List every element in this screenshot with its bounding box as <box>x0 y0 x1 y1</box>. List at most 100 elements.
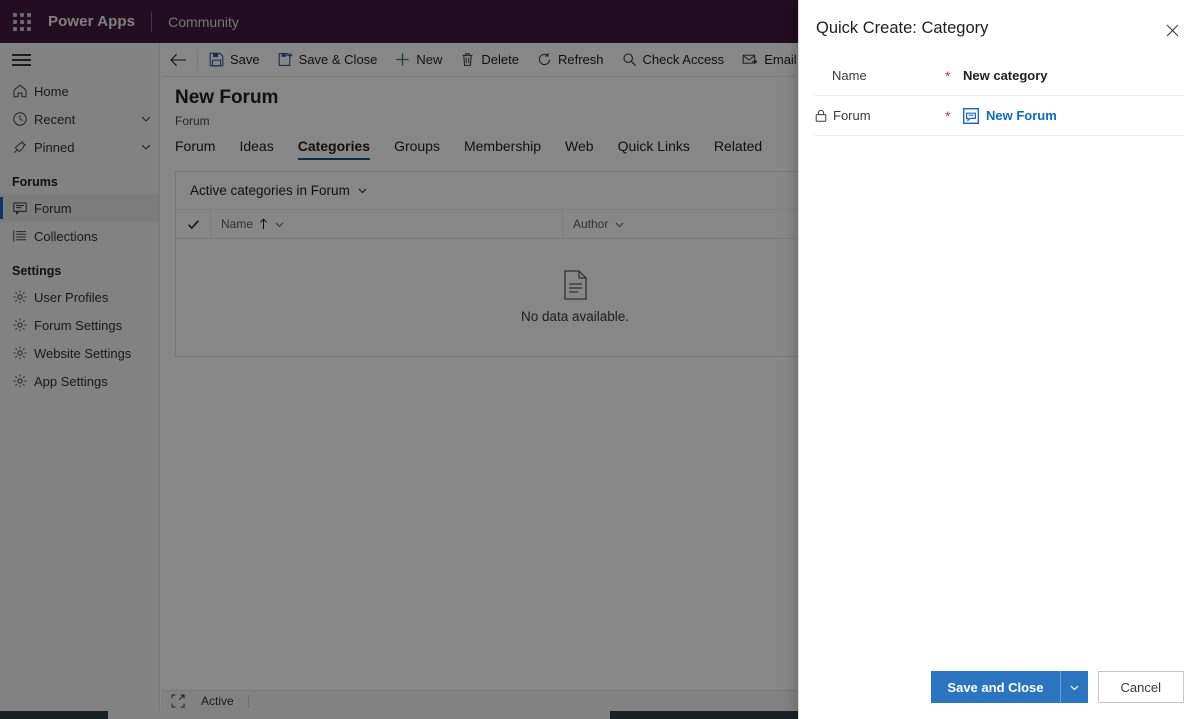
save-and-close-split-button: Save and Close <box>931 671 1088 703</box>
save-button[interactable]: Save <box>200 43 269 76</box>
clock-icon <box>12 111 34 127</box>
sidebar-item-website-settings[interactable]: Website Settings <box>0 339 159 367</box>
gear-icon <box>12 373 34 389</box>
chevron-down-icon[interactable] <box>133 113 159 125</box>
field-label-text: Forum <box>833 108 871 123</box>
sidebar-item-label: User Profiles <box>34 289 109 305</box>
command-label: Refresh <box>558 52 604 67</box>
command-label: New <box>416 52 443 67</box>
field-row-name: Name * New category <box>815 56 1184 96</box>
back-arrow-icon[interactable] <box>161 43 195 76</box>
tab-groups[interactable]: Groups <box>382 139 452 160</box>
column-header-name[interactable]: Name <box>210 209 562 239</box>
tab-quick-links[interactable]: Quick Links <box>606 139 702 160</box>
check-access-button[interactable]: Check Access <box>613 43 734 76</box>
chevron-down-icon <box>357 185 368 196</box>
forum-entity-icon <box>963 107 979 124</box>
sidebar-item-label: Forum Settings <box>34 317 123 333</box>
forum-icon <box>12 200 34 216</box>
refresh-icon <box>537 52 552 67</box>
required-indicator: * <box>945 107 951 124</box>
new-button[interactable]: New <box>386 43 451 76</box>
sidebar-item-label: Website Settings <box>34 345 132 361</box>
app-name-label[interactable]: Community <box>152 14 239 30</box>
field-label-text: Name <box>832 68 867 83</box>
sidebar-item-label: Recent <box>34 111 76 127</box>
delete-button[interactable]: Delete <box>451 43 528 76</box>
save-and-close-button[interactable]: Save and Close <box>931 671 1060 703</box>
tab-forum[interactable]: Forum <box>175 139 227 160</box>
field-label-forum: Forum <box>815 108 945 123</box>
brand-label[interactable]: Power Apps <box>44 13 151 30</box>
document-icon <box>563 270 588 300</box>
sidebar-item-pinned[interactable]: Pinned <box>0 133 159 161</box>
save-close-icon <box>278 52 293 67</box>
sidebar-group-settings: Settings <box>12 264 62 278</box>
sidebar-item-user-profiles[interactable]: User Profiles <box>0 283 159 311</box>
required-indicator: * <box>945 67 951 84</box>
collections-icon <box>12 228 34 244</box>
chevron-down-icon[interactable] <box>133 141 159 153</box>
sidebar-item-forum[interactable]: Forum <box>0 194 159 222</box>
quick-create-footer: Save and Close Cancel <box>799 655 1200 719</box>
trash-icon <box>460 52 475 67</box>
forum-lookup-field[interactable]: New Forum <box>963 107 1184 124</box>
cancel-button[interactable]: Cancel <box>1097 671 1184 703</box>
column-label: Author <box>573 217 609 231</box>
open-in-new-icon[interactable] <box>161 694 195 708</box>
command-divider <box>197 49 198 70</box>
sidebar-item-label: Collections <box>34 228 98 244</box>
form-tab-list: Forum Ideas Categories Groups Membership… <box>175 134 774 160</box>
quick-create-panel: Quick Create: Category Name * New catego… <box>798 0 1200 719</box>
sort-up-arrow-icon <box>259 218 268 230</box>
tab-web[interactable]: Web <box>553 139 606 160</box>
sidebar-item-app-settings[interactable]: App Settings <box>0 367 159 395</box>
chevron-down-icon[interactable] <box>1059 671 1088 703</box>
lookup-value[interactable]: New Forum <box>963 107 1184 124</box>
close-icon[interactable] <box>1160 18 1184 42</box>
quick-create-title: Quick Create: Category <box>816 18 989 37</box>
field-label-name: Name <box>815 68 945 83</box>
command-label: Save & Close <box>298 52 378 67</box>
quick-create-header: Quick Create: Category <box>799 0 1200 56</box>
status-separator <box>247 694 249 708</box>
lookup-value-text: New Forum <box>986 108 1057 123</box>
sidebar-item-label: Home <box>34 83 69 99</box>
sidebar-item-label: App Settings <box>34 373 108 389</box>
command-label: Delete <box>481 52 519 67</box>
name-input[interactable]: New category <box>963 68 1184 83</box>
side-navigation: Home Recent Pinned Forums Forum Collecti… <box>0 43 160 719</box>
save-and-close-button[interactable]: Save & Close <box>269 43 387 76</box>
home-icon <box>12 83 34 99</box>
hamburger-icon[interactable] <box>0 43 159 77</box>
save-icon <box>209 52 224 67</box>
screen-root: Power Apps Community Home Recent Pinned … <box>0 0 1200 719</box>
view-selector[interactable]: Active categories in Forum <box>190 183 368 198</box>
key-icon <box>622 52 637 67</box>
entity-subtitle: Forum <box>175 114 210 128</box>
chevron-down-icon[interactable] <box>274 219 285 230</box>
app-launcher-icon[interactable] <box>0 0 44 43</box>
gear-icon <box>12 317 34 333</box>
sidebar-item-forum-settings[interactable]: Forum Settings <box>0 311 159 339</box>
status-badge: Active <box>201 694 234 708</box>
tab-related[interactable]: Related <box>702 139 774 160</box>
sidebar-item-recent[interactable]: Recent <box>0 105 159 133</box>
sidebar-item-home[interactable]: Home <box>0 77 159 105</box>
tab-categories[interactable]: Categories <box>286 139 382 160</box>
page-title: New Forum <box>175 87 279 108</box>
pin-icon <box>12 139 34 155</box>
refresh-button[interactable]: Refresh <box>528 43 613 76</box>
sidebar-item-collections[interactable]: Collections <box>0 222 159 250</box>
tab-membership[interactable]: Membership <box>452 139 553 160</box>
quick-create-form: Name * New category Forum * New Forum <box>799 56 1200 655</box>
select-all-checkbox[interactable] <box>176 218 210 231</box>
plus-icon <box>395 52 410 67</box>
empty-state-text: No data available. <box>520 309 630 324</box>
column-header-author[interactable]: Author <box>562 209 802 239</box>
tab-ideas[interactable]: Ideas <box>227 139 285 160</box>
sidebar-item-label: Forum <box>34 200 72 216</box>
command-label: Check Access <box>642 52 725 67</box>
email-link-icon <box>742 52 758 67</box>
chevron-down-icon[interactable] <box>614 219 625 230</box>
